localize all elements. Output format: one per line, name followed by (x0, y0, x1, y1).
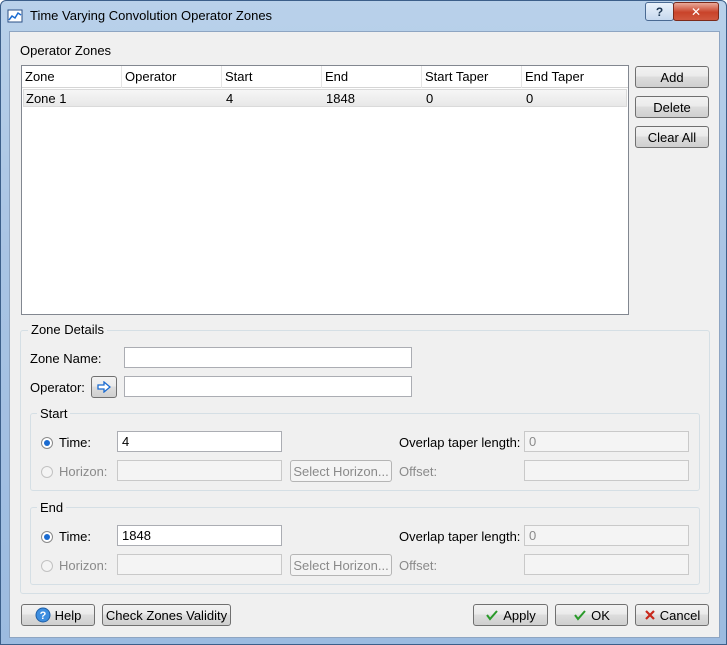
help-button[interactable]: ? Help (21, 604, 95, 626)
add-button[interactable]: Add (635, 66, 709, 88)
operator-select-button[interactable] (91, 376, 117, 398)
clear-all-button-label: Clear All (647, 129, 697, 145)
clear-all-button[interactable]: Clear All (635, 126, 709, 148)
operator-zones-label: Operator Zones (20, 43, 112, 58)
col-end[interactable]: End (322, 66, 422, 88)
dialog-body: Operator Zones Zone Operator Start End S… (9, 31, 720, 638)
title-help-button[interactable]: ? (645, 2, 674, 21)
window-title: Time Varying Convolution Operator Zones (30, 8, 273, 23)
checkmark-icon (486, 610, 498, 621)
app-icon (7, 9, 23, 23)
col-end-taper[interactable]: End Taper (522, 66, 628, 88)
title-bar[interactable]: Time Varying Convolution Operator Zones … (1, 1, 726, 31)
checkmark-icon (574, 610, 586, 621)
cell-start-taper: 0 (426, 91, 434, 106)
start-time-input[interactable]: 4 (117, 431, 282, 452)
end-offset-input (524, 554, 689, 575)
start-horizon-label: Horizon: (59, 464, 108, 479)
arrow-right-icon (97, 381, 111, 393)
cell-end: 1848 (326, 91, 355, 106)
table-header: Zone Operator Start End Start Taper End … (22, 66, 628, 88)
apply-button[interactable]: Apply (473, 604, 548, 626)
cell-zone: Zone 1 (26, 91, 67, 106)
end-time-label: Time: (59, 529, 92, 544)
start-overlap-label: Overlap taper length: (399, 435, 521, 450)
delete-button[interactable]: Delete (635, 96, 709, 118)
end-group-label: End (37, 500, 67, 515)
zone-details-label: Zone Details (28, 322, 107, 337)
svg-text:?: ? (39, 610, 46, 622)
operator-input[interactable] (124, 376, 412, 397)
start-horizon-input (117, 460, 282, 481)
cell-end-taper: 0 (526, 91, 534, 106)
start-offset-input (524, 460, 689, 481)
zone-name-input[interactable] (124, 347, 412, 368)
end-overlap-label: Overlap taper length: (399, 529, 521, 544)
end-horizon-input (117, 554, 282, 575)
end-overlap-input: 0 (524, 525, 689, 546)
col-start-taper[interactable]: Start Taper (422, 66, 522, 88)
check-zones-validity-label: Check Zones Validity (105, 607, 228, 623)
ok-button-label: OK (591, 607, 610, 623)
end-offset-label: Offset: (399, 558, 438, 573)
end-time-input[interactable]: 1848 (117, 525, 282, 546)
zone-name-label: Zone Name: (30, 351, 102, 366)
cancel-button-label: Cancel (659, 607, 701, 623)
help-icon: ? (35, 607, 51, 623)
start-horizon-radio[interactable] (41, 466, 53, 478)
end-select-horizon-label: Select Horizon... (293, 557, 389, 573)
start-time-label: Time: (59, 435, 92, 450)
check-zones-validity-button[interactable]: Check Zones Validity (102, 604, 231, 626)
cancel-button[interactable]: Cancel (635, 604, 709, 626)
start-select-horizon-label: Select Horizon... (293, 463, 389, 479)
add-button-label: Add (660, 69, 684, 85)
col-zone[interactable]: Zone (22, 66, 122, 88)
end-select-horizon-button: Select Horizon... (290, 554, 392, 576)
start-offset-label: Offset: (399, 464, 438, 479)
col-start[interactable]: Start (222, 66, 322, 88)
start-select-horizon-button: Select Horizon... (290, 460, 392, 482)
ok-button[interactable]: OK (555, 604, 628, 626)
operator-label: Operator: (30, 380, 85, 395)
cancel-x-icon (644, 610, 655, 620)
cell-start: 4 (226, 91, 234, 106)
zones-table[interactable]: Zone Operator Start End Start Taper End … (21, 65, 629, 315)
dialog-window: Time Varying Convolution Operator Zones … (0, 0, 727, 645)
delete-button-label: Delete (653, 99, 691, 115)
help-button-label: Help (54, 607, 82, 623)
start-overlap-input: 0 (524, 431, 689, 452)
start-time-radio[interactable] (41, 437, 53, 449)
table-row[interactable]: Zone 1 4 1848 0 0 (23, 89, 627, 107)
end-horizon-radio[interactable] (41, 560, 53, 572)
end-time-radio[interactable] (41, 531, 53, 543)
end-horizon-label: Horizon: (59, 558, 108, 573)
title-close-button[interactable]: ✕ (673, 2, 719, 21)
cell-operator (124, 90, 126, 108)
col-operator[interactable]: Operator (122, 66, 222, 88)
start-group-label: Start (37, 406, 71, 421)
apply-button-label: Apply (503, 607, 536, 623)
